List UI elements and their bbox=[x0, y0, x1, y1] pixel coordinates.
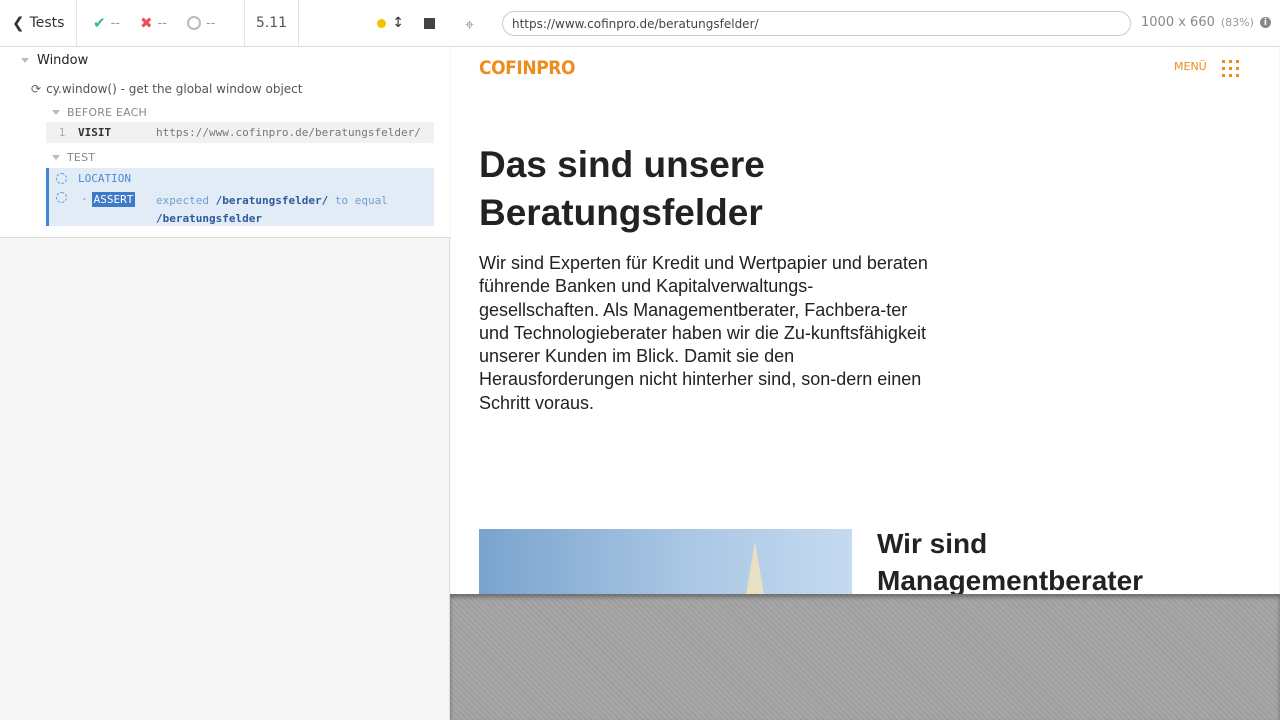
app-under-test-frame: COFINPRO MENÜ Das sind unsere Beratungsf… bbox=[451, 47, 1279, 594]
hook-test-label: TEST bbox=[67, 151, 96, 164]
runnable-list: Window ⟳ cy.window() - get the global wi… bbox=[0, 47, 450, 238]
failed-count: -- bbox=[157, 15, 167, 31]
suite-title: Window bbox=[37, 53, 89, 68]
hero-title: Das sind unsere Beratungsfelder bbox=[479, 144, 765, 233]
pending-circle-icon bbox=[186, 16, 201, 30]
section-title: Wir sind Managementberater bbox=[877, 528, 1144, 594]
pending-stat: -- bbox=[186, 15, 216, 31]
pending-count: -- bbox=[205, 15, 216, 31]
suite-title-row[interactable]: Window bbox=[21, 53, 88, 68]
chevron-left-icon: ❮ bbox=[12, 14, 25, 32]
assert-actual-value: /beratungsfelder/ bbox=[215, 194, 329, 207]
assert-badge: ASSERT bbox=[91, 192, 136, 207]
url-bar[interactable]: https://www.cofinpro.de/beratungsfelder/ bbox=[502, 11, 1131, 36]
info-icon: i bbox=[1259, 17, 1271, 28]
assert-message: expected /beratungsfelder/ to equal /ber… bbox=[156, 192, 426, 228]
selector-playground-icon[interactable]: ⌖ bbox=[465, 15, 474, 35]
viewport-info[interactable]: 1000 x 660 (83%) i bbox=[1141, 15, 1271, 30]
failed-stat: ✖ -- bbox=[140, 14, 167, 32]
collapse-triangle-icon bbox=[52, 110, 60, 115]
passed-stat: ✔ -- bbox=[93, 14, 120, 32]
cross-icon: ✖ bbox=[139, 14, 153, 32]
running-refresh-icon: ⟳ bbox=[31, 82, 42, 96]
passed-count: -- bbox=[110, 15, 120, 31]
pending-spinner-icon bbox=[56, 173, 67, 184]
command-message: https://www.cofinpro.de/beratungsfelder/ bbox=[156, 126, 421, 139]
menu-grid-icon[interactable] bbox=[1222, 60, 1240, 78]
collapse-triangle-icon bbox=[52, 155, 60, 160]
reporter-panel: ❮ Tests ✔ -- ✖ -- -- 5.11 ↕ Window ⟳ cy.… bbox=[0, 0, 450, 720]
hook-test[interactable]: TEST bbox=[52, 151, 95, 164]
section-image bbox=[479, 529, 852, 594]
assert-expected-word: expected bbox=[156, 194, 209, 207]
test-stats: ✔ -- ✖ -- -- bbox=[77, 0, 245, 47]
check-icon: ✔ bbox=[93, 14, 106, 32]
test-title: cy.window() - get the global window obje… bbox=[46, 82, 303, 96]
run-controls: ↕ bbox=[299, 0, 449, 47]
duration: 5.11 bbox=[245, 0, 299, 47]
assert-expected-value: /beratungsfelder bbox=[156, 212, 262, 225]
command-number: 1 bbox=[58, 126, 66, 139]
command-assert[interactable]: - ASSERT bbox=[56, 192, 136, 207]
auto-scroll-icon[interactable]: ↕ bbox=[392, 15, 404, 31]
command-location[interactable]: LOCATION bbox=[56, 172, 131, 185]
menu-label[interactable]: MENÜ bbox=[1174, 60, 1207, 73]
command-visit[interactable]: 1 VISIT https://www.cofinpro.de/beratung… bbox=[46, 122, 434, 143]
site-logo[interactable]: COFINPRO bbox=[479, 57, 576, 79]
collapse-triangle-icon bbox=[21, 58, 29, 63]
tower-spire-graphic bbox=[745, 541, 765, 594]
stop-icon[interactable] bbox=[424, 17, 435, 29]
test-title-row[interactable]: ⟳ cy.window() - get the global window ob… bbox=[31, 82, 302, 96]
pending-spinner-icon bbox=[56, 192, 67, 203]
viewport-size: 1000 x 660 bbox=[1141, 15, 1215, 30]
running-indicator-icon bbox=[377, 18, 387, 28]
command-group-active: LOCATION - ASSERT expected /beratungsfel… bbox=[46, 168, 434, 226]
tests-button-label: Tests bbox=[29, 15, 65, 31]
assert-to-equal: to equal bbox=[334, 194, 388, 207]
tests-button[interactable]: ❮ Tests bbox=[0, 0, 77, 47]
hook-before-each[interactable]: BEFORE EACH bbox=[52, 106, 147, 119]
hero-text: Wir sind Experten für Kredit und Wertpap… bbox=[479, 253, 928, 413]
reporter-header: ❮ Tests ✔ -- ✖ -- -- 5.11 ↕ bbox=[0, 0, 450, 47]
child-dash: - bbox=[81, 192, 88, 205]
viewport-scale: (83%) bbox=[1220, 16, 1254, 29]
viewport-overflow-area bbox=[450, 594, 1280, 720]
hook-before-each-label: BEFORE EACH bbox=[67, 106, 148, 119]
command-name: LOCATION bbox=[78, 172, 131, 185]
command-name: VISIT bbox=[78, 126, 112, 139]
